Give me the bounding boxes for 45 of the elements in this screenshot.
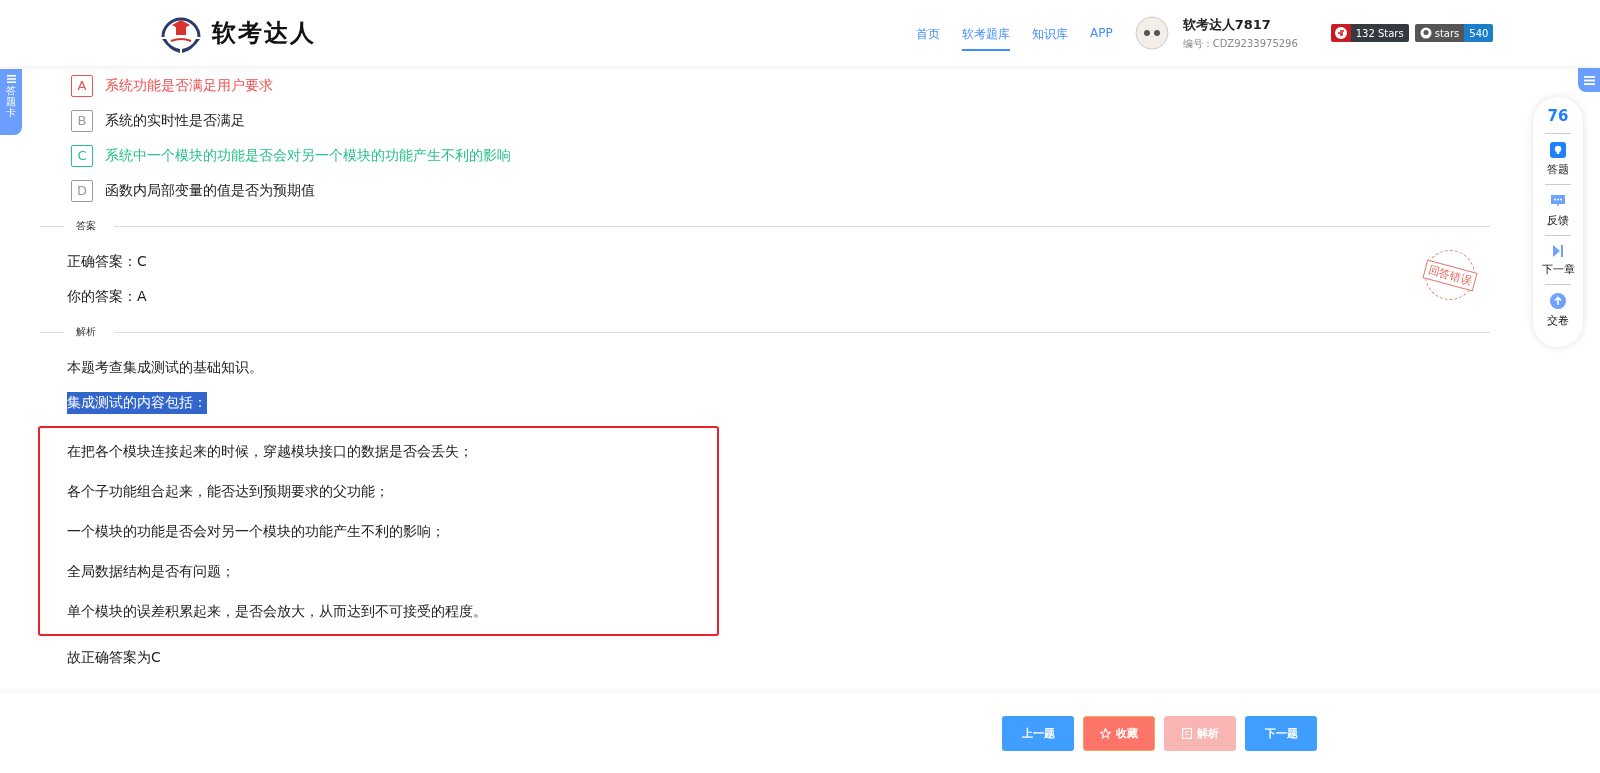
side-panel-item[interactable]: 反馈 [1545, 185, 1571, 236]
analysis-point: 各个子功能组合起来，能否达到预期要求的父功能； [67, 482, 390, 501]
section-heading: 解析 [76, 325, 96, 339]
menu-icon [1583, 75, 1595, 85]
side-panel-item[interactable]: 答题 [1545, 134, 1571, 185]
option-text: 系统的实时性是否满足 [105, 111, 245, 130]
user-name: 软考达人7817 [1182, 15, 1272, 34]
avatar-icon [1134, 16, 1169, 50]
answer-card-tab[interactable]: 答题卡 [0, 69, 22, 135]
option-letter[interactable]: A [71, 74, 93, 97]
nav-tab[interactable]: 首页 [916, 15, 940, 51]
highlighted-text: 集成测试的内容包括： [67, 391, 207, 414]
analysis-conclusion: 故正确答案为C [66, 647, 161, 667]
option-text: 系统功能是否满足用户要求 [105, 76, 273, 95]
analysis-point: 单个模块的误差积累起来，是否会放大，从而达到不可接受的程度。 [67, 602, 488, 621]
section-heading: 答案 [76, 219, 96, 233]
analysis-point: 全局数据结构是否有问题； [67, 562, 236, 581]
skip-icon [1552, 244, 1564, 258]
question-count: 76 [1545, 107, 1571, 134]
correct-answer: 正确答案：C [66, 251, 147, 271]
nav-tab[interactable]: APP [1090, 15, 1113, 51]
menu-tab[interactable] [1578, 68, 1600, 92]
analysis-point: 在把各个模块连接起来的时候，穿越模块接口的数据是否会丢失； [67, 442, 474, 461]
option-letter[interactable]: C [71, 144, 93, 167]
action-button[interactable]: 下一题 [1245, 715, 1317, 751]
upload-icon [1550, 293, 1566, 309]
analysis-intro: 本题考查集成测试的基础知识。 [66, 357, 263, 377]
document-icon [1181, 727, 1192, 739]
option-letter[interactable]: B [71, 109, 93, 132]
option-text: 系统中一个模块的功能是否会对另一个模块的功能产生不利的影响 [105, 146, 511, 165]
analysis-point: 一个模块的功能是否会对另一个模块的功能产生不利的影响； [67, 522, 446, 541]
side-panel-item[interactable]: 交卷 [1545, 285, 1571, 335]
option-text: 函数内局部变量的值是否为预期值 [105, 181, 315, 200]
bulb-icon [1550, 142, 1566, 158]
your-answer: 你的答案：A [66, 286, 147, 306]
star-icon [1100, 727, 1111, 739]
nav-tab[interactable]: 知识库 [1032, 15, 1068, 51]
option-letter[interactable]: D [71, 179, 93, 202]
chat-icon [1550, 193, 1566, 209]
action-button[interactable]: 收藏 [1083, 715, 1155, 751]
nav-tab[interactable]: 软考题库 [962, 15, 1010, 51]
user-id: 编号：CDZ9233975296 [1182, 36, 1299, 51]
list-icon [6, 75, 16, 83]
action-button[interactable]: 上一题 [1002, 715, 1074, 751]
brand-name: 软考达人 [212, 18, 316, 49]
